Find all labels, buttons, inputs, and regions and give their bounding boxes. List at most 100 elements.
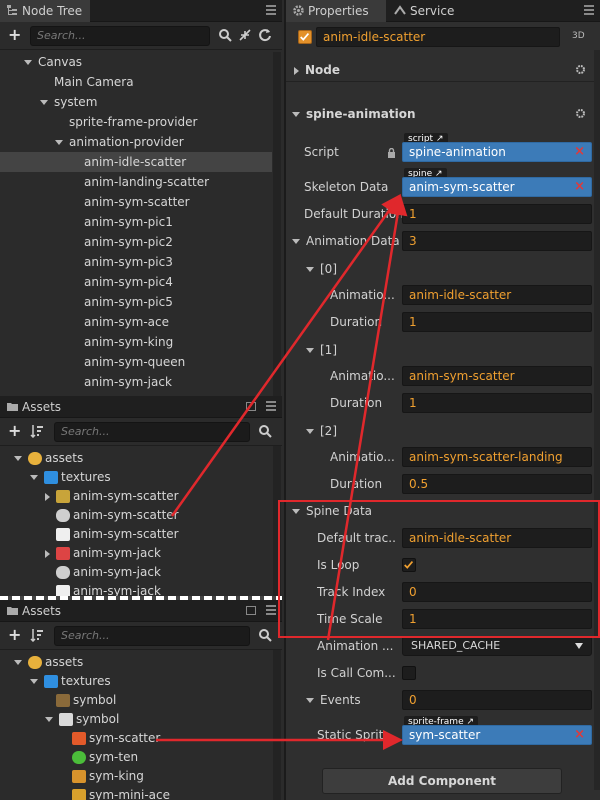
expand-arrow-icon[interactable] (55, 140, 63, 145)
events-count-input[interactable]: 0 (402, 690, 592, 710)
tree-item-anim-sym-pic2[interactable]: anim-sym-pic2 (0, 232, 272, 252)
assets-top-scrollbar[interactable] (273, 446, 281, 596)
expand-arrow-icon[interactable] (30, 475, 38, 480)
assets-bottom-search-input[interactable]: Search... (54, 626, 250, 646)
gear-icon[interactable] (575, 108, 586, 119)
properties-scrollbar[interactable] (594, 50, 600, 790)
assets-top-menu-icon[interactable] (266, 401, 276, 411)
tree-item-anim-sym-ace[interactable]: anim-sym-ace (0, 312, 272, 332)
asset-item-sym-king[interactable]: sym-king (0, 767, 272, 786)
spine-animation-section-header[interactable]: spine-animation (286, 102, 600, 126)
tree-item-system[interactable]: system (0, 92, 272, 112)
asset-item-anim-sym-jack-atlas[interactable]: anim-sym-jack (0, 544, 272, 563)
add-component-button[interactable]: Add Component (322, 768, 562, 794)
search-icon[interactable] (258, 628, 272, 642)
add-asset-button[interactable]: + (8, 626, 21, 644)
collapse-arrow-icon[interactable] (294, 66, 299, 75)
tree-item-anim-sym-scatter[interactable]: anim-sym-scatter (0, 192, 272, 212)
search-icon[interactable] (258, 424, 272, 438)
expand-arrow-icon[interactable] (40, 100, 48, 105)
asset-item-anim-sym-jack-spine[interactable]: anim-sym-jack (0, 563, 272, 582)
skeleton-data-field[interactable]: anim-sym-scatter × (402, 177, 592, 197)
add-node-button[interactable]: + (8, 26, 21, 44)
entry-0-header[interactable]: [0] (286, 256, 600, 283)
expand-arrow-icon[interactable] (292, 112, 300, 117)
is-call-checkbox[interactable] (402, 666, 416, 680)
expand-arrow-icon[interactable] (14, 456, 22, 461)
expand-arrow-icon[interactable] (24, 60, 32, 65)
assets-bottom-scrollbar[interactable] (273, 650, 281, 800)
tree-item-anim-sym-pic5[interactable]: anim-sym-pic5 (0, 292, 272, 312)
default-track-input[interactable]: anim-idle-scatter (402, 528, 592, 548)
static-sprite-field[interactable]: sym-scatter × (402, 725, 592, 745)
entry-1-header[interactable]: [1] (286, 337, 600, 364)
dropdown-arrow-icon[interactable] (575, 643, 583, 649)
expand-arrow-icon[interactable] (45, 717, 53, 722)
sort-icon[interactable] (30, 628, 44, 642)
collapse-arrow-icon[interactable] (45, 492, 50, 501)
tab-properties[interactable]: Properties (286, 0, 386, 22)
tree-item-anim-sym-jack[interactable]: anim-sym-jack (0, 372, 272, 392)
tab-assets-bottom[interactable]: Assets (0, 600, 69, 622)
time-scale-input[interactable]: 1 (402, 609, 592, 629)
node-tree-menu-icon[interactable] (266, 5, 276, 15)
expand-arrow-icon[interactable] (306, 429, 314, 434)
clear-asset-icon[interactable]: × (574, 143, 585, 161)
entry-2-animation-input[interactable]: anim-sym-scatter-landing (402, 447, 592, 467)
node-section-header[interactable]: Node (286, 58, 600, 82)
tree-item-main-camera[interactable]: Main Camera (0, 72, 272, 92)
collapse-arrow-icon[interactable] (45, 549, 50, 558)
node-tree-scrollbar[interactable] (273, 52, 281, 396)
tree-item-anim-sym-pic4[interactable]: anim-sym-pic4 (0, 272, 272, 292)
search-icon[interactable] (218, 28, 232, 42)
tab-service[interactable]: Service (388, 0, 462, 22)
asset-item-anim-sym-scatter-spine[interactable]: anim-sym-scatter (0, 506, 272, 525)
expand-arrow-icon[interactable] (30, 679, 38, 684)
asset-item-assets[interactable]: assets (0, 653, 272, 672)
asset-item-textures[interactable]: textures (0, 468, 272, 487)
entry-1-duration-input[interactable]: 1 (402, 393, 592, 413)
node-active-checkbox[interactable] (298, 30, 312, 44)
expand-arrow-icon[interactable] (14, 660, 22, 665)
expand-arrow-icon[interactable] (306, 348, 314, 353)
tree-item-anim-sym-pic1[interactable]: anim-sym-pic1 (0, 212, 272, 232)
entry-0-animation-input[interactable]: anim-idle-scatter (402, 285, 592, 305)
properties-menu-icon[interactable] (584, 5, 594, 15)
expand-arrow-icon[interactable] (306, 267, 314, 272)
tab-node-tree[interactable]: Node Tree (0, 0, 91, 22)
entry-1-animation-input[interactable]: anim-sym-scatter (402, 366, 592, 386)
maximize-icon[interactable] (246, 402, 256, 411)
script-asset-field[interactable]: spine-animation × (402, 142, 592, 162)
asset-item-anim-sym-scatter-atlas[interactable]: anim-sym-scatter (0, 487, 272, 506)
tree-item-animation-provider[interactable]: animation-provider (0, 132, 272, 152)
asset-item-symbol-texture[interactable]: symbol (0, 710, 272, 729)
node-tree-search-input[interactable]: Search... (30, 26, 210, 46)
tree-item-anim-sym-pic3[interactable]: anim-sym-pic3 (0, 252, 272, 272)
animation-data-count-input[interactable]: 3 (402, 231, 592, 251)
collapse-all-icon[interactable] (238, 28, 252, 42)
default-duration-input[interactable]: 1 (402, 204, 592, 224)
asset-item-sym-mini-ace[interactable]: sym-mini-ace (0, 786, 272, 800)
asset-item-assets[interactable]: assets (0, 449, 272, 468)
assets-bottom-menu-icon[interactable] (266, 605, 276, 615)
clear-asset-icon[interactable]: × (574, 726, 585, 744)
asset-item-symbol-atlas[interactable]: symbol (0, 691, 272, 710)
asset-item-anim-sym-jack-file[interactable]: anim-sym-jack (0, 582, 272, 596)
maximize-icon[interactable] (246, 606, 256, 615)
spine-data-header[interactable]: Spine Data (286, 498, 600, 525)
tree-item-anim-idle-scatter[interactable]: anim-idle-scatter (0, 152, 272, 172)
sort-icon[interactable] (30, 424, 44, 438)
is-loop-checkbox[interactable] (402, 558, 416, 572)
add-asset-button[interactable]: + (8, 422, 21, 440)
node-name-input[interactable]: anim-idle-scatter (316, 27, 560, 47)
asset-item-sym-scatter[interactable]: sym-scatter (0, 729, 272, 748)
tree-item-canvas[interactable]: Canvas (0, 52, 272, 72)
entry-0-duration-input[interactable]: 1 (402, 312, 592, 332)
tree-item-anim-sym-queen[interactable]: anim-sym-queen (0, 352, 272, 372)
asset-item-anim-sym-scatter-file[interactable]: anim-sym-scatter (0, 525, 272, 544)
expand-arrow-icon[interactable] (292, 239, 300, 244)
assets-top-search-input[interactable]: Search... (54, 422, 250, 442)
asset-item-textures[interactable]: textures (0, 672, 272, 691)
tab-assets-top[interactable]: Assets (0, 396, 69, 418)
animation-cache-select[interactable]: SHARED_CACHE (402, 636, 592, 656)
